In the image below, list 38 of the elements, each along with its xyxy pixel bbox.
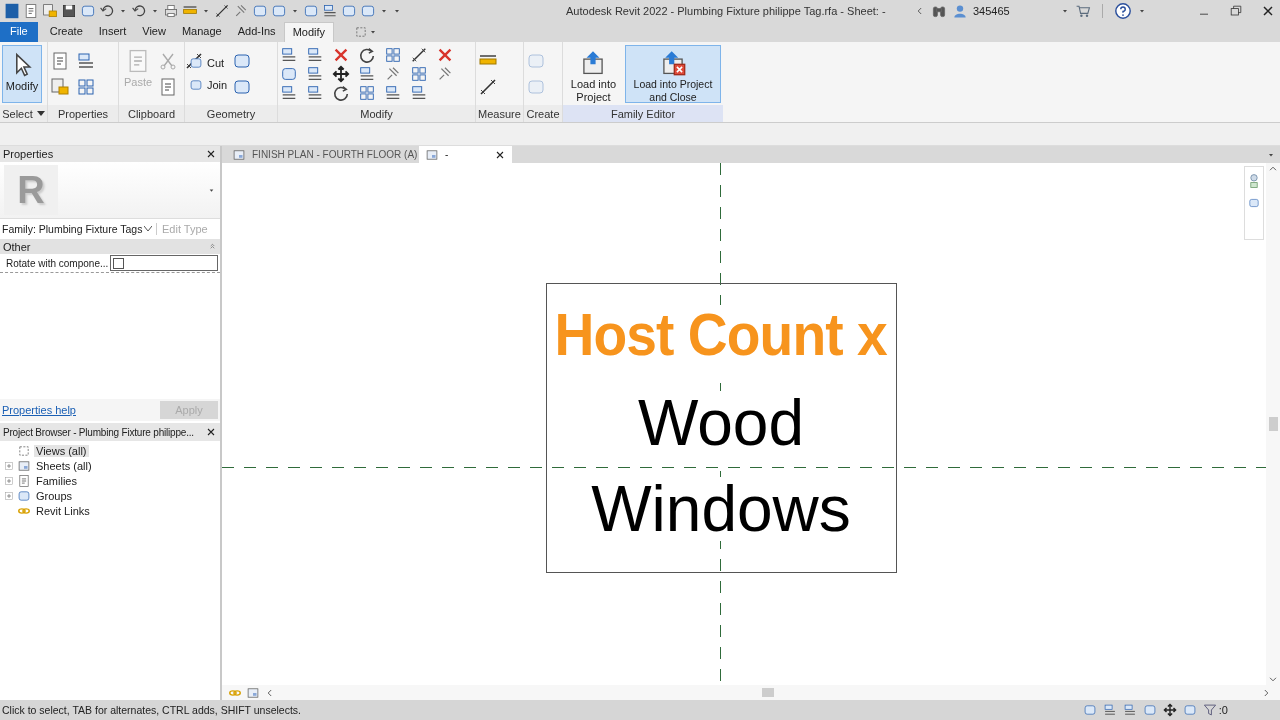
selection-count: :0 xyxy=(1218,704,1228,716)
panel-title: Modify xyxy=(278,105,475,122)
type-selector[interactable]: Family: Plumbing Fixture Tags xyxy=(2,223,157,235)
window-title: Autodesk Revit 2022 - Plumbing Fixture philippe Tag.rfa - Sheet: - xyxy=(565,5,887,17)
group-header: Other xyxy=(3,240,31,253)
tree-item[interactable]: Revit Links xyxy=(34,504,92,517)
panel-title: Geometry xyxy=(185,105,277,122)
properties-help-link[interactable]: Properties help xyxy=(2,404,76,416)
document-tab[interactable]: - xyxy=(419,146,512,163)
tree-item[interactable]: Views (all) xyxy=(34,444,89,457)
document-tab[interactable]: FINISH PLAN - FOURTH FLOOR (A) xyxy=(226,146,419,163)
ribbon-tab[interactable]: View xyxy=(134,22,174,42)
ribbon-button[interactable]: Join xyxy=(187,76,230,93)
ribbon-tab[interactable]: Insert xyxy=(90,22,135,42)
tree-item[interactable]: Groups xyxy=(34,489,75,502)
ribbon-button[interactable]: Load into Project xyxy=(565,44,622,103)
ribbon-tab[interactable]: Add-Ins xyxy=(229,22,284,42)
panel-title: Measure xyxy=(476,105,523,122)
ribbon-button[interactable]: Modify xyxy=(2,44,42,103)
panel-title: Create xyxy=(524,105,562,122)
panel-title: Select xyxy=(0,105,47,122)
ribbon-tab[interactable]: Manage xyxy=(173,22,230,42)
ribbon-tab[interactable]: Modify xyxy=(283,22,335,42)
ribbon-tab[interactable]: File xyxy=(0,22,38,42)
panel-title: Properties xyxy=(48,105,118,122)
type-preview: R xyxy=(4,165,58,215)
property-label: Rotate with compone... xyxy=(5,257,110,269)
user-name[interactable]: 345465 xyxy=(973,5,1055,17)
panel-title: Family Editor xyxy=(563,105,723,122)
panel-title: Project Browser - Plumbing Fixture philippe... xyxy=(3,426,194,438)
tree-item[interactable]: Sheets (all) xyxy=(34,459,94,472)
panel-title: Clipboard xyxy=(119,105,184,122)
panel-title: Properties xyxy=(3,148,54,160)
tree-item[interactable]: Families xyxy=(34,474,79,487)
status-message: Click to select, TAB for alternates, CTRL adds, SHIFT unselects. xyxy=(2,704,301,716)
ribbon-button[interactable]: Load into Project and Close xyxy=(624,44,721,103)
ribbon-tab[interactable]: Create xyxy=(41,22,91,42)
ribbon-button[interactable]: Cut xyxy=(187,54,230,71)
